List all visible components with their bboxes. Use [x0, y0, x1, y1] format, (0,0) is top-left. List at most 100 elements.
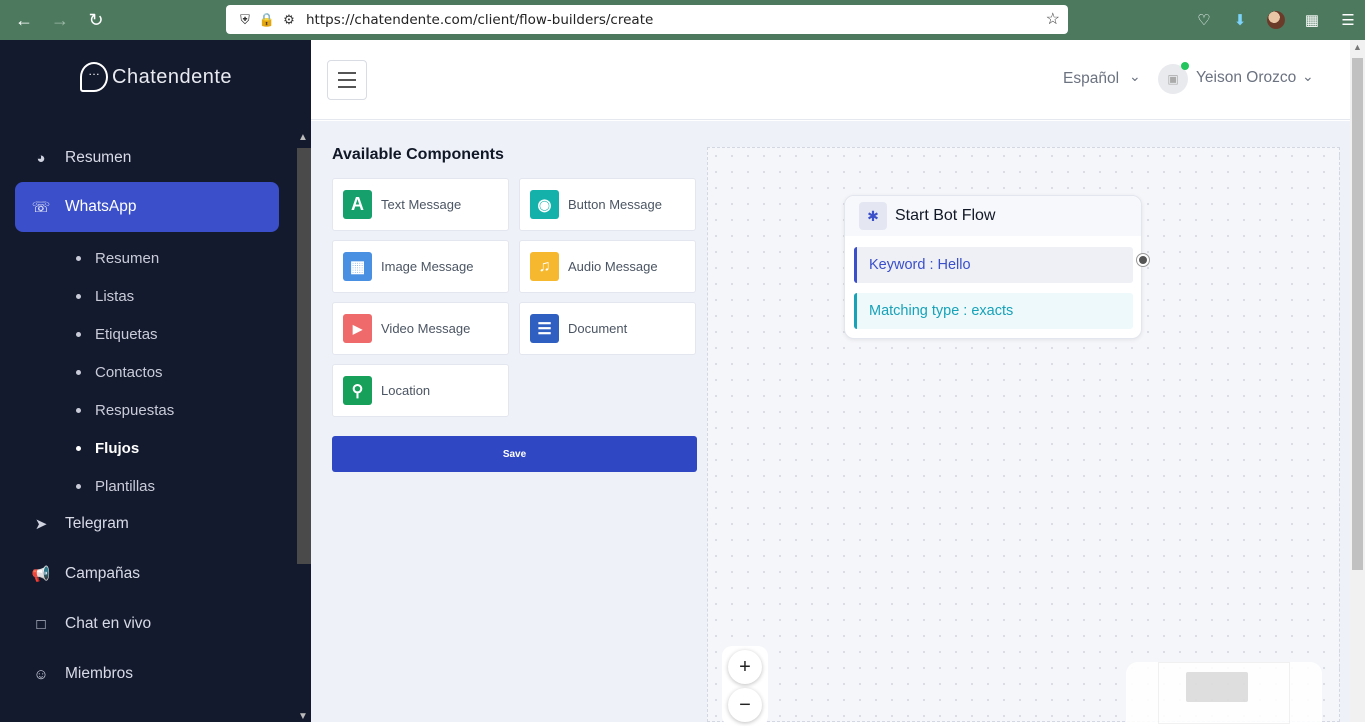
logo-text: Chatendente [112, 65, 233, 88]
reload-icon[interactable]: ↻ [78, 0, 114, 40]
sidebar-item-label: Miembros [65, 665, 134, 682]
component-location[interactable]: ⚲ Location [332, 364, 509, 417]
sidebar-subitem-contactos[interactable]: Contactos [76, 360, 163, 384]
dashboard-icon: ◕ [36, 149, 46, 167]
telegram-icon: ➤ [34, 516, 48, 533]
minimap[interactable] [1126, 662, 1322, 724]
component-label: Text Message [381, 197, 462, 212]
back-icon[interactable]: ← [6, 0, 42, 40]
keyword-field[interactable]: Keyword : Hello [854, 247, 1133, 283]
sidebar-scroll-thumb[interactable] [297, 148, 311, 564]
sidebar-subitem-label: Plantillas [95, 477, 156, 495]
component-label: Document [568, 321, 628, 336]
sidebar-item-campanas[interactable]: 📢 Campañas [15, 549, 279, 599]
zoom-controls: + − [722, 646, 768, 726]
component-label: Button Message [568, 197, 662, 212]
location-icon: ⚲ [343, 376, 372, 405]
node-title: Start Bot Flow [895, 207, 996, 224]
save-button[interactable]: Save [332, 436, 697, 472]
bookmark-star-icon[interactable]: ☆ [1046, 9, 1060, 29]
sidebar-subitem-label: Contactos [95, 363, 163, 381]
sidebar-item-label: WhatsApp [65, 198, 137, 215]
sidebar-subitem-flujos[interactable]: Flujos [76, 436, 139, 460]
sidebar-subitem-label: Resumen [95, 249, 160, 267]
sidebar-item-label: Chat en vivo [65, 615, 152, 632]
sidebar-subitem-etiquetas[interactable]: Etiquetas [76, 322, 158, 346]
component-label: Audio Message [568, 259, 658, 274]
sidebar-item-label: Resumen [65, 149, 132, 166]
sidebar-subitem-respuestas[interactable]: Respuestas [76, 398, 174, 422]
address-bar[interactable]: ⛨ 🔒 ⚙ https://chatendente.com/client/flo… [226, 5, 1068, 34]
download-icon[interactable]: ⬇ [1229, 9, 1251, 31]
user-name[interactable]: Yeison Orozco [1196, 69, 1296, 87]
zoom-out-button[interactable]: − [728, 688, 762, 722]
flow-canvas[interactable]: ✱ Start Bot Flow Keyword : Hello Matchin… [707, 147, 1340, 726]
component-label: Image Message [381, 259, 474, 274]
permissions-icon[interactable]: ⚙ [278, 9, 300, 31]
megaphone-icon: 📢 [31, 566, 51, 583]
extensions-icon[interactable]: ▦ [1301, 9, 1323, 31]
component-document[interactable]: ☰ Document [519, 302, 696, 355]
image-icon: ▦ [343, 252, 372, 281]
forward-icon[interactable]: → [42, 0, 78, 40]
chevron-down-icon[interactable]: ⌄ [1129, 68, 1141, 85]
sidebar-subitem-label: Listas [95, 287, 135, 305]
component-label: Video Message [381, 321, 471, 336]
component-text-message[interactable]: A Text Message [332, 178, 509, 231]
scroll-up-icon[interactable]: ▲ [298, 132, 308, 143]
sidebar-subitem-plantillas[interactable]: Plantillas [76, 474, 155, 498]
menu-icon[interactable]: ☰ [1337, 9, 1359, 31]
sidebar-subitem-label: Respuestas [95, 401, 175, 419]
online-status-badge [1181, 62, 1189, 70]
logo-icon [80, 62, 108, 92]
user-icon: ☺ [33, 665, 49, 683]
language-selector[interactable]: Español [1063, 70, 1119, 88]
component-image-message[interactable]: ▦ Image Message [332, 240, 509, 293]
logo[interactable]: Chatendente [80, 62, 232, 92]
component-label: Location [381, 383, 431, 398]
flow-builder: Available Components A Text Message ◉ Bu… [311, 121, 1350, 726]
chat-icon: □ [36, 615, 46, 633]
main-scrollbar[interactable]: ▲ [1350, 40, 1365, 722]
pocket-icon[interactable]: ♡ [1193, 9, 1215, 31]
browser-toolbar: ← → ↻ ⛨ 🔒 ⚙ https://chatendente.com/clie… [0, 0, 1365, 40]
sidebar-subitem-resumen[interactable]: Resumen [76, 246, 159, 270]
shield-icon[interactable]: ⛨ [234, 9, 256, 31]
zoom-in-button[interactable]: + [728, 650, 762, 684]
sidebar-item-telegram[interactable]: ➤ Telegram [15, 499, 279, 549]
node-header[interactable]: ✱ Start Bot Flow [845, 196, 1141, 236]
document-icon: ☰ [530, 314, 559, 343]
walking-person-icon: ✱ [859, 202, 887, 230]
sidebar-subitem-label: Etiquetas [95, 325, 158, 343]
sidebar-subitem-listas[interactable]: Listas [76, 284, 134, 308]
matching-type-field[interactable]: Matching type : exacts [854, 293, 1133, 329]
sidebar-item-label: Telegram [65, 515, 129, 532]
url-text[interactable]: https://chatendente.com/client/flow-buil… [306, 12, 653, 28]
sidebar-scrollbar[interactable]: ▲ ▼ [295, 132, 311, 722]
main-scroll-thumb[interactable] [1352, 58, 1363, 570]
whatsapp-icon: ☏ [31, 199, 51, 216]
node-output-handle[interactable] [1137, 254, 1149, 266]
sidebar-item-chat-en-vivo[interactable]: □ Chat en vivo [15, 599, 279, 649]
sidebar-item-label: Campañas [65, 565, 140, 582]
scroll-up-icon[interactable]: ▲ [1353, 42, 1362, 52]
video-icon: ▶ [343, 314, 372, 343]
lock-icon[interactable]: 🔒 [256, 9, 278, 31]
chevron-down-icon[interactable]: ⌄ [1302, 68, 1314, 85]
sidebar-item-miembros[interactable]: ☺ Miembros [15, 649, 279, 699]
profile-avatar-icon[interactable] [1265, 9, 1287, 31]
component-video-message[interactable]: ▶ Video Message [332, 302, 509, 355]
sidebar-item-resumen[interactable]: ◕ Resumen [15, 133, 279, 183]
audio-icon: ♫ [530, 252, 559, 281]
start-bot-flow-node[interactable]: ✱ Start Bot Flow Keyword : Hello Matchin… [844, 195, 1142, 339]
sidebar-subitem-label: Flujos [95, 439, 140, 457]
sidebar-item-whatsapp[interactable]: ☏ WhatsApp [15, 182, 279, 232]
component-button-message[interactable]: ◉ Button Message [519, 178, 696, 231]
sidebar-toggle-button[interactable] [327, 60, 367, 100]
scroll-down-icon[interactable]: ▼ [298, 711, 308, 722]
sidebar: Chatendente ◕ Resumen ☏ WhatsApp Resumen… [0, 40, 311, 722]
topbar: Español ⌄ ▣ Yeison Orozco ⌄ [311, 40, 1350, 120]
button-message-icon: ◉ [530, 190, 559, 219]
component-audio-message[interactable]: ♫ Audio Message [519, 240, 696, 293]
minimap-node [1186, 672, 1248, 702]
